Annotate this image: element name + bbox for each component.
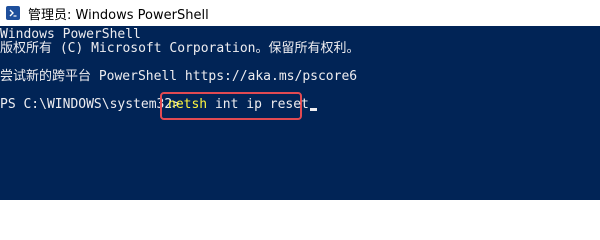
text-cursor	[309, 108, 317, 111]
prompt: PS C:\WINDOWS\system32>	[0, 97, 181, 112]
command-input[interactable]: netsh int ip reset	[168, 96, 317, 114]
console-line-tip: 尝试新的跨平台 PowerShell https://aka.ms/pscore…	[0, 69, 358, 84]
window-title: 管理员: Windows PowerShell	[28, 7, 209, 23]
console-line-copyright: 版权所有 (C) Microsoft Corporation。保留所有权利。	[0, 41, 360, 56]
console-output[interactable]: Windows PowerShell 版权所有 (C) Microsoft Co…	[0, 26, 600, 200]
command-args: int ip reset	[207, 97, 309, 112]
powershell-window: 管理员: Windows PowerShell Windows PowerShe…	[0, 0, 600, 200]
powershell-icon	[6, 6, 20, 20]
command-name: netsh	[168, 97, 208, 112]
title-bar[interactable]: 管理员: Windows PowerShell	[0, 0, 600, 26]
